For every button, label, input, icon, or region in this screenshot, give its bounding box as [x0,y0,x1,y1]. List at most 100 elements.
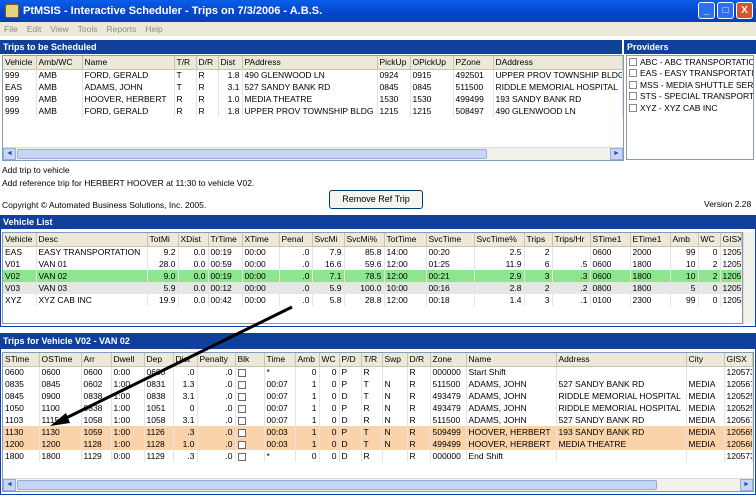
table-row[interactable]: 0835 0845 0602 1:00 0831 1.3.0 00:07 1 0 P T N R 5115… [3,378,753,390]
column-header[interactable]: TotTime [384,233,427,247]
vehicle-trips-grid[interactable]: STime OSTime Arr Dwell Dep Dist Penalty Blk Time… [2,352,754,492]
provider-item[interactable]: ABC - ABC TRANSPORTATION [627,56,753,68]
column-header[interactable]: Dwell [111,353,145,367]
column-header[interactable]: PZone [453,56,494,70]
blk-checkbox[interactable] [237,380,246,389]
column-header[interactable]: Vehicle [3,56,37,70]
menu-help[interactable]: Help [145,24,162,34]
scroll-thumb[interactable] [17,480,657,490]
column-header[interactable]: D/R [196,56,219,70]
column-header[interactable]: T/R [174,56,197,70]
scroll-left-icon[interactable]: ◄ [3,479,16,491]
blk-checkbox[interactable] [237,404,246,413]
table-row[interactable]: 1050 1100 0838 1:00 1051 0.0 00:07 1 0 P R N R 493479… [3,402,753,414]
table-row[interactable]: XYZ XYZ CAB INC 19.9 0.0 00:42 00:00.0 5.8 28.8… [3,294,742,306]
trips-horizontal-scrollbar[interactable]: ◄ ► [3,147,623,160]
column-header[interactable]: Vehicle [3,233,37,247]
table-row[interactable]: EAS EASY TRANSPORTATION 9.2 0.0 00:19 00:00.0… [3,246,742,258]
table-row[interactable]: V03 VAN 03 5.9 0.0 00:12 00:00.0 5.9 100.0 10:00… [3,282,742,294]
column-header[interactable]: SvcMi% [344,233,385,247]
blk-checkbox[interactable] [237,440,246,449]
scroll-right-icon[interactable]: ► [740,479,753,491]
provider-item[interactable]: STS - SPECIAL TRANSPORT [627,91,753,103]
provider-item[interactable]: MSS - MEDIA SHUTTLE SERVICE [627,79,753,91]
column-header[interactable]: WC [319,353,340,367]
column-header[interactable]: XDist [178,233,209,247]
provider-item[interactable]: XYZ - XYZ CAB INC [627,102,753,114]
blk-checkbox[interactable] [237,416,246,425]
vehicle-trips-horizontal-scrollbar[interactable]: ◄ ► [3,478,753,491]
menu-file[interactable]: File [4,24,18,34]
remove-ref-trip-button[interactable]: Remove Ref Trip [329,190,423,209]
column-header[interactable]: Dist [173,353,198,367]
provider-checkbox[interactable] [629,69,637,78]
close-button[interactable]: X [736,2,753,19]
column-header[interactable]: Dist [218,56,243,70]
column-header[interactable]: Time [264,353,296,367]
column-header[interactable]: SvcTime% [474,233,525,247]
menu-view[interactable]: View [50,24,68,34]
table-row[interactable]: 999 AMB HOOVER, HERBERT R R 1.0 MEDIA THEATRE 1… [3,93,623,105]
menu-tools[interactable]: Tools [78,24,98,34]
column-header[interactable]: Zone [430,353,467,367]
column-header[interactable]: T/R [361,353,383,367]
table-row[interactable]: 0845 0900 0838 1:00 0838 3.1.0 00:07 1 0 D T N R 4934… [3,390,753,402]
blk-checkbox[interactable] [237,452,246,461]
column-header[interactable]: Address [556,353,687,367]
column-header[interactable]: Blk [235,353,265,367]
menu-edit[interactable]: Edit [27,24,42,34]
scroll-left-icon[interactable]: ◄ [3,148,16,160]
column-header[interactable]: XTime [242,233,280,247]
column-header[interactable]: SvcMi [312,233,345,247]
column-header[interactable]: City [686,353,725,367]
table-row[interactable]: 0600 0600 0600 0:00 0600.0.0 * 0 0 P R R 000000 Star… [3,366,753,378]
table-row[interactable]: 1103 1115 1058 1:00 1058 3.1.0 00:07 1 0 D R N R 5115… [3,414,753,426]
column-header[interactable]: P/D [339,353,362,367]
table-row[interactable]: 999 AMB FORD, GERALD R R 1.8 UPPER PROV TOWNSH… [3,105,623,117]
column-header[interactable]: Amb [670,233,699,247]
blk-checkbox[interactable] [237,392,246,401]
column-header[interactable]: ETime1 [630,233,671,247]
menu-reports[interactable]: Reports [106,24,136,34]
provider-checkbox[interactable] [629,57,637,66]
column-header[interactable]: Dep [144,353,174,367]
column-header[interactable]: Name [466,353,557,367]
column-header[interactable]: Swp [382,353,408,367]
column-header[interactable]: Penalty [197,353,236,367]
providers-list[interactable]: ABC - ABC TRANSPORTATION EAS - EASY TRANS… [626,55,754,160]
column-header[interactable]: OSTime [39,353,82,367]
column-header[interactable]: SvcTime [426,233,475,247]
provider-checkbox[interactable] [629,103,637,112]
column-header[interactable]: GISX [724,353,753,367]
table-row[interactable]: V01 VAN 01 28.0 0.0 00:59 00:00.0 16.6 59.6 12:0… [3,258,742,270]
table-row[interactable]: V02 VAN 02 9.0 0.0 00:19 00:00.0 7.1 78.5 12:00 0… [3,270,742,282]
column-header[interactable]: PickUp [377,56,411,70]
table-row[interactable]: 1130 1130 1059 1:00 1126.3.0 00:03 1 0 P T N R 50949… [3,426,753,438]
column-header[interactable]: Arr [81,353,112,367]
column-header[interactable]: Penal [279,233,313,247]
column-header[interactable]: STime [3,353,40,367]
column-header[interactable]: Name [82,56,175,70]
column-header[interactable]: PAddress [242,56,378,70]
column-header[interactable]: Desc [36,233,148,247]
minimize-button[interactable]: _ [698,2,715,19]
vehicle-list-vertical-scrollbar[interactable] [743,232,755,324]
column-header[interactable]: WC [698,233,721,247]
column-header[interactable]: DAddress [493,56,623,70]
blk-checkbox[interactable] [237,428,246,437]
column-header[interactable]: GISX [720,233,742,247]
column-header[interactable]: Amb [295,353,320,367]
column-header[interactable]: Trips/Hr [552,233,591,247]
trips-to-schedule-grid[interactable]: Vehicle Amb/WC Name T/R D/R Dist PAddress PickU… [2,55,624,161]
column-header[interactable]: Trips [524,233,553,247]
vehicle-list-grid[interactable]: Vehicle Desc TotMi XDist TrTime XTime Penal Svc… [2,232,743,324]
table-row[interactable]: EAS AMB ADAMS, JOHN T R 3.1 527 SANDY BANK RD 0… [3,81,623,93]
provider-checkbox[interactable] [629,92,637,101]
maximize-button[interactable]: □ [717,2,734,19]
column-header[interactable]: TrTime [208,233,243,247]
provider-item[interactable]: EAS - EASY TRANSPORTATION [627,68,753,80]
column-header[interactable]: D/R [407,353,431,367]
provider-checkbox[interactable] [629,80,637,89]
column-header[interactable]: OPickUp [410,56,454,70]
column-header[interactable]: Amb/WC [36,56,83,70]
